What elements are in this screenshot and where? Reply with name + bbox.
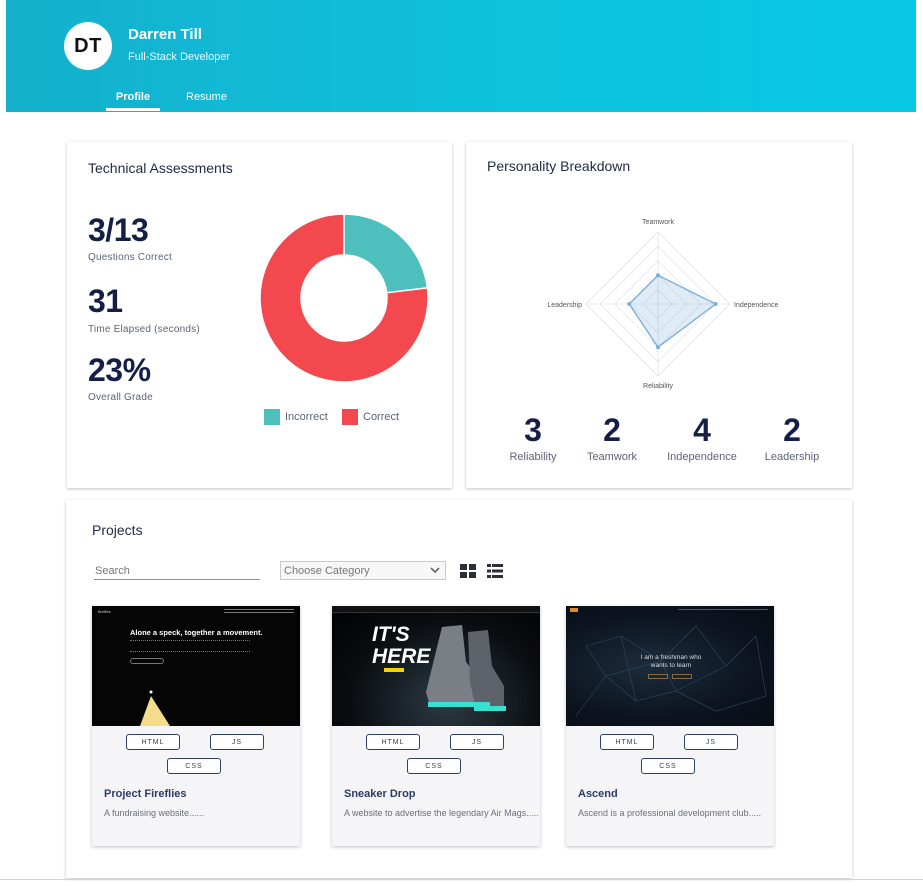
thumb-button xyxy=(672,674,692,679)
thumb-button xyxy=(648,674,668,679)
radar-axis-label-teamwork: Teamwork xyxy=(642,219,674,226)
project-card-sneaker-drop[interactable]: IT'S HERE HTML JS CSS Sneaker Drop A web… xyxy=(332,606,540,846)
legend-swatch-incorrect xyxy=(264,409,280,425)
project-thumbnail[interactable]: I am a freshman who wants to learn xyxy=(566,606,774,726)
tag-html[interactable]: HTML xyxy=(126,734,180,750)
project-card-ascend[interactable]: I am a freshman who wants to learn HTML … xyxy=(566,606,774,846)
project-title[interactable]: Sneaker Drop xyxy=(344,788,416,800)
project-thumbnail[interactable]: IT'S HERE xyxy=(332,606,540,726)
thumb-brand: fireflies xyxy=(98,609,111,614)
tag-js[interactable]: JS xyxy=(210,734,264,750)
card-title: Personality Breakdown xyxy=(487,158,631,174)
user-role: Full-Stack Developer xyxy=(128,51,231,63)
projects-card: Projects Search Choose Category fireflie… xyxy=(66,500,852,878)
project-title[interactable]: Project Fireflies xyxy=(104,788,187,800)
questions-correct-label: Questions Correct xyxy=(88,252,172,263)
tab-resume[interactable]: Resume xyxy=(186,91,227,103)
list-view-icon[interactable] xyxy=(487,564,503,578)
radar-point-independence[interactable] xyxy=(713,302,718,306)
thumb-body-lines xyxy=(130,640,250,652)
time-elapsed-label: Time Elapsed (seconds) xyxy=(88,324,200,335)
project-thumbnail[interactable]: fireflies Alone a speck, together a move… xyxy=(92,606,300,726)
personality-breakdown-card: Personality Breakdown Teamwork Independen… xyxy=(466,142,852,488)
legend-item-correct[interactable]: Correct xyxy=(342,409,399,425)
chevron-down-icon xyxy=(430,567,440,574)
tag-js[interactable]: JS xyxy=(684,734,738,750)
tag-css[interactable]: CSS xyxy=(167,758,221,774)
personality-radar-chart: Teamwork Independence Reliability Leadershi… xyxy=(547,219,778,390)
score-teamwork: 2 Teamwork xyxy=(567,412,657,463)
thumb-badge xyxy=(384,668,404,672)
score-leadership: 2 Leadership xyxy=(747,412,837,463)
tag-html[interactable]: HTML xyxy=(366,734,420,750)
search-input[interactable]: Search xyxy=(94,562,260,580)
radar-series-area xyxy=(628,274,717,349)
legend-swatch-correct xyxy=(342,409,358,425)
thumb-headline: Alone a speck, together a movement. xyxy=(130,628,263,637)
overall-grade-label: Overall Grade xyxy=(88,392,153,403)
avatar[interactable]: DT xyxy=(64,22,112,70)
radar-point-leadership[interactable] xyxy=(627,302,632,306)
project-description: A website to advertise the legendary Air… xyxy=(344,808,539,818)
profile-header: DT Darren Till Full-Stack Developer Prof… xyxy=(6,0,916,112)
category-select[interactable]: Choose Category xyxy=(280,561,446,580)
radar-point-reliability[interactable] xyxy=(656,345,660,350)
score-label: Leadership xyxy=(764,451,820,463)
score-value: 3 xyxy=(524,412,542,448)
legend-label-correct: Correct xyxy=(363,411,400,423)
tag-css[interactable]: CSS xyxy=(407,758,461,774)
tag-css[interactable]: CSS xyxy=(641,758,695,774)
page-bottom-divider xyxy=(0,879,923,880)
tab-profile[interactable]: Profile xyxy=(106,91,160,111)
project-title[interactable]: Ascend xyxy=(578,788,618,800)
score-value: 2 xyxy=(783,412,801,448)
score-independence: 4 Independence xyxy=(657,412,747,463)
thumb-headline: I am a freshman who wants to learn xyxy=(640,654,702,669)
card-title: Technical Assessments xyxy=(88,160,233,176)
score-label: Independence xyxy=(667,451,737,463)
project-card-fireflies[interactable]: fireflies Alone a speck, together a move… xyxy=(92,606,300,846)
score-value: 2 xyxy=(603,412,621,448)
thumb-button xyxy=(130,658,164,664)
category-select-value: Choose Category xyxy=(284,565,370,577)
donut-slice-incorrect[interactable] xyxy=(343,213,429,294)
project-description: Ascend is a professional development clu… xyxy=(578,808,762,818)
project-description: A fundraising website...... xyxy=(104,808,205,818)
legend-item-incorrect[interactable]: Incorrect xyxy=(264,409,328,425)
score-reliability: 3 Reliability xyxy=(488,412,578,463)
card-title: Projects xyxy=(92,522,143,538)
radar-axis-label-leadership: Leadership xyxy=(547,302,582,309)
sneaker-image-icon xyxy=(426,625,506,711)
firefly-lamp-icon xyxy=(140,690,170,726)
score-label: Teamwork xyxy=(586,451,638,463)
radar-axis-label-independence: Independence xyxy=(734,302,778,309)
questions-correct-value: 3/13 xyxy=(88,212,149,248)
grade-donut-chart xyxy=(259,213,429,383)
technical-assessments-card: Technical Assessments 3/13 Questions Cor… xyxy=(67,142,452,488)
tag-html[interactable]: HTML xyxy=(600,734,654,750)
thumb-nav-bar xyxy=(224,609,294,613)
score-value: 4 xyxy=(693,412,711,448)
tag-js[interactable]: JS xyxy=(450,734,504,750)
score-label: Reliability xyxy=(509,451,557,463)
radar-axis-label-reliability: Reliability xyxy=(643,383,673,390)
legend-label-incorrect: Incorrect xyxy=(285,411,328,423)
radar-point-teamwork[interactable] xyxy=(656,273,660,278)
user-name: Darren Till xyxy=(128,26,202,43)
time-elapsed-value: 31 xyxy=(88,283,123,319)
overall-grade-value: 23% xyxy=(88,352,151,388)
thumb-nav-bar xyxy=(332,606,540,613)
grid-view-icon[interactable] xyxy=(460,564,476,578)
